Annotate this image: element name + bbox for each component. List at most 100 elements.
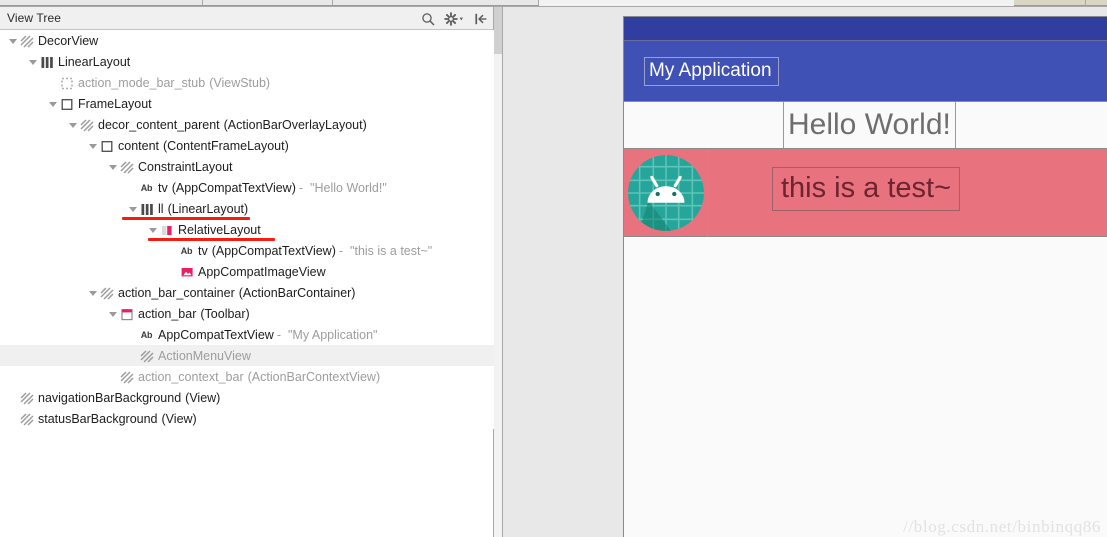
tree-row[interactable]: ActionMenuView (0, 345, 494, 366)
view-stub-icon (59, 75, 74, 90)
hatched-square-icon (119, 369, 134, 384)
avatar-cell (624, 148, 708, 237)
watermark: //blog.csdn.net/binbinqq86 (903, 517, 1101, 536)
hello-world-row: Hello World! (624, 102, 1107, 149)
tree-row-label: statusBarBackground (38, 411, 158, 426)
relativelayout-underline (148, 238, 275, 241)
frame-layout-icon (99, 138, 114, 153)
tree-row-label: content (118, 138, 160, 153)
tree-row-label: FrameLayout (78, 96, 152, 111)
tree-caret-placeholder (126, 177, 139, 198)
tree-row-separator: - (338, 243, 344, 258)
test-text: this is a test~ (772, 167, 961, 212)
panel-scrollbar[interactable] (494, 7, 502, 537)
view-tree-panel: View Tree DecorView LinearLayout action_… (0, 7, 494, 537)
tree-row[interactable]: action_mode_bar_stub (ViewStub) (0, 72, 494, 93)
gear-icon[interactable] (443, 10, 465, 27)
tree-row[interactable]: action_context_bar (ActionBarContextView) (0, 366, 494, 387)
tree-row[interactable]: LinearLayout (0, 51, 494, 72)
tree-row-class: (ActionBarOverlayLayout) (223, 117, 367, 132)
tree-row[interactable]: action_bar_container (ActionBarContainer) (0, 282, 494, 303)
tree-row[interactable]: Ab AppCompatTextView - "My Application" (0, 324, 494, 345)
tree-row[interactable]: ConstraintLayout (0, 156, 494, 177)
hatched-square-icon (139, 348, 154, 363)
hatched-square-icon (19, 390, 34, 405)
tree-row-class: (LinearLayout) (167, 201, 249, 216)
tree-row-label: DecorView (38, 33, 99, 48)
device-body (624, 237, 1107, 537)
view-tree[interactable]: DecorView LinearLayout action_mode_bar_stu… (0, 30, 494, 429)
hello-world-text: Hello World! (783, 102, 956, 148)
tree-row[interactable]: AppCompatImageView (0, 261, 494, 282)
collapse-panel-icon[interactable] (472, 10, 489, 27)
tree-row[interactable]: action_bar (Toolbar) (0, 303, 494, 324)
tree-row-label: navigationBarBackground (38, 390, 182, 405)
tree-row[interactable]: content (ContentFrameLayout) (0, 135, 494, 156)
hatched-square-icon (79, 117, 94, 132)
text-view-icon: Ab (140, 182, 153, 193)
panel-actions (419, 7, 489, 30)
tree-row[interactable]: Ab tv (AppCompatTextView) - "Hello World!" (0, 177, 494, 198)
chevron-down-icon[interactable] (26, 51, 39, 72)
tree-row-class: (ActionBarContextView) (247, 369, 381, 384)
image-view-icon (179, 264, 194, 279)
tree-row-label: action_bar (138, 306, 197, 321)
chevron-down-icon[interactable] (86, 135, 99, 156)
tree-row[interactable]: FrameLayout (0, 93, 494, 114)
tree-row[interactable]: decor_content_parent (ActionBarOverlayLay… (0, 114, 494, 135)
chevron-down-icon[interactable] (106, 156, 119, 177)
tree-row[interactable]: ll (LinearLayout) (0, 198, 494, 219)
tree-row[interactable]: statusBarBackground (View) (0, 408, 494, 429)
top-strip-segment (1086, 0, 1107, 6)
tree-row-label: AppCompatImageView (198, 264, 326, 279)
linearlayout-underline (122, 217, 250, 220)
chevron-down-icon[interactable] (66, 114, 79, 135)
hatched-square-icon (99, 285, 114, 300)
tree-row-label: action_mode_bar_stub (78, 75, 206, 90)
tree-caret-placeholder (6, 387, 19, 408)
text-view-icon: Ab (139, 327, 154, 342)
tree-row[interactable]: navigationBarBackground (View) (0, 387, 494, 408)
tree-row[interactable]: DecorView (0, 30, 494, 51)
tree-caret-placeholder (106, 366, 119, 387)
app-bar-title: My Application (644, 57, 779, 86)
scrollbar-thumb[interactable] (494, 7, 502, 54)
tree-row-label: action_context_bar (138, 369, 244, 384)
tree-row-label: ConstraintLayout (138, 159, 233, 174)
top-tab-strip (0, 0, 1107, 7)
hatched-square-icon (119, 159, 134, 174)
tree-row-class: (View) (185, 390, 221, 405)
tree-caret-placeholder (46, 72, 59, 93)
chevron-down-icon[interactable] (86, 282, 99, 303)
status-bar (624, 17, 1107, 41)
tree-row[interactable]: Ab tv (AppCompatTextView) - "this is a test~… (0, 240, 494, 261)
text-view-icon: Ab (179, 243, 194, 258)
tree-row[interactable]: RelativeLayout (0, 219, 494, 240)
tree-row-label: RelativeLayout (178, 222, 261, 237)
chevron-down-icon[interactable] (146, 219, 159, 240)
chevron-down-icon[interactable] (46, 93, 59, 114)
text-view-icon: Ab (180, 245, 193, 256)
device-preview: My Application Hello World! this is a te… (623, 16, 1107, 537)
chevron-down-icon[interactable] (6, 30, 19, 51)
relative-layout-row: this is a test~ (624, 148, 1107, 237)
relative-layout-icon (159, 222, 174, 237)
tree-row-label: decor_content_parent (98, 117, 220, 132)
tree-row-label: tv (198, 243, 208, 258)
frame-layout-icon (59, 96, 74, 111)
tree-row-label: ActionMenuView (158, 348, 251, 363)
toolbar-icon (119, 306, 134, 321)
tree-row-class: (ViewStub) (209, 75, 271, 90)
search-icon[interactable] (419, 10, 436, 27)
tree-row-label: ll (158, 201, 164, 216)
view-tree-header: View Tree (0, 7, 493, 30)
tree-row-separator: - (298, 180, 304, 195)
hatched-square-icon (19, 411, 34, 426)
chevron-down-icon[interactable] (106, 303, 119, 324)
chevron-down-icon[interactable] (126, 198, 139, 219)
tree-caret-placeholder (126, 324, 139, 345)
tree-row-class: (ActionBarContainer) (238, 285, 356, 300)
linear-layout-icon (39, 54, 54, 69)
app-bar: My Application (624, 41, 1107, 102)
text-view-icon: Ab (139, 180, 154, 195)
